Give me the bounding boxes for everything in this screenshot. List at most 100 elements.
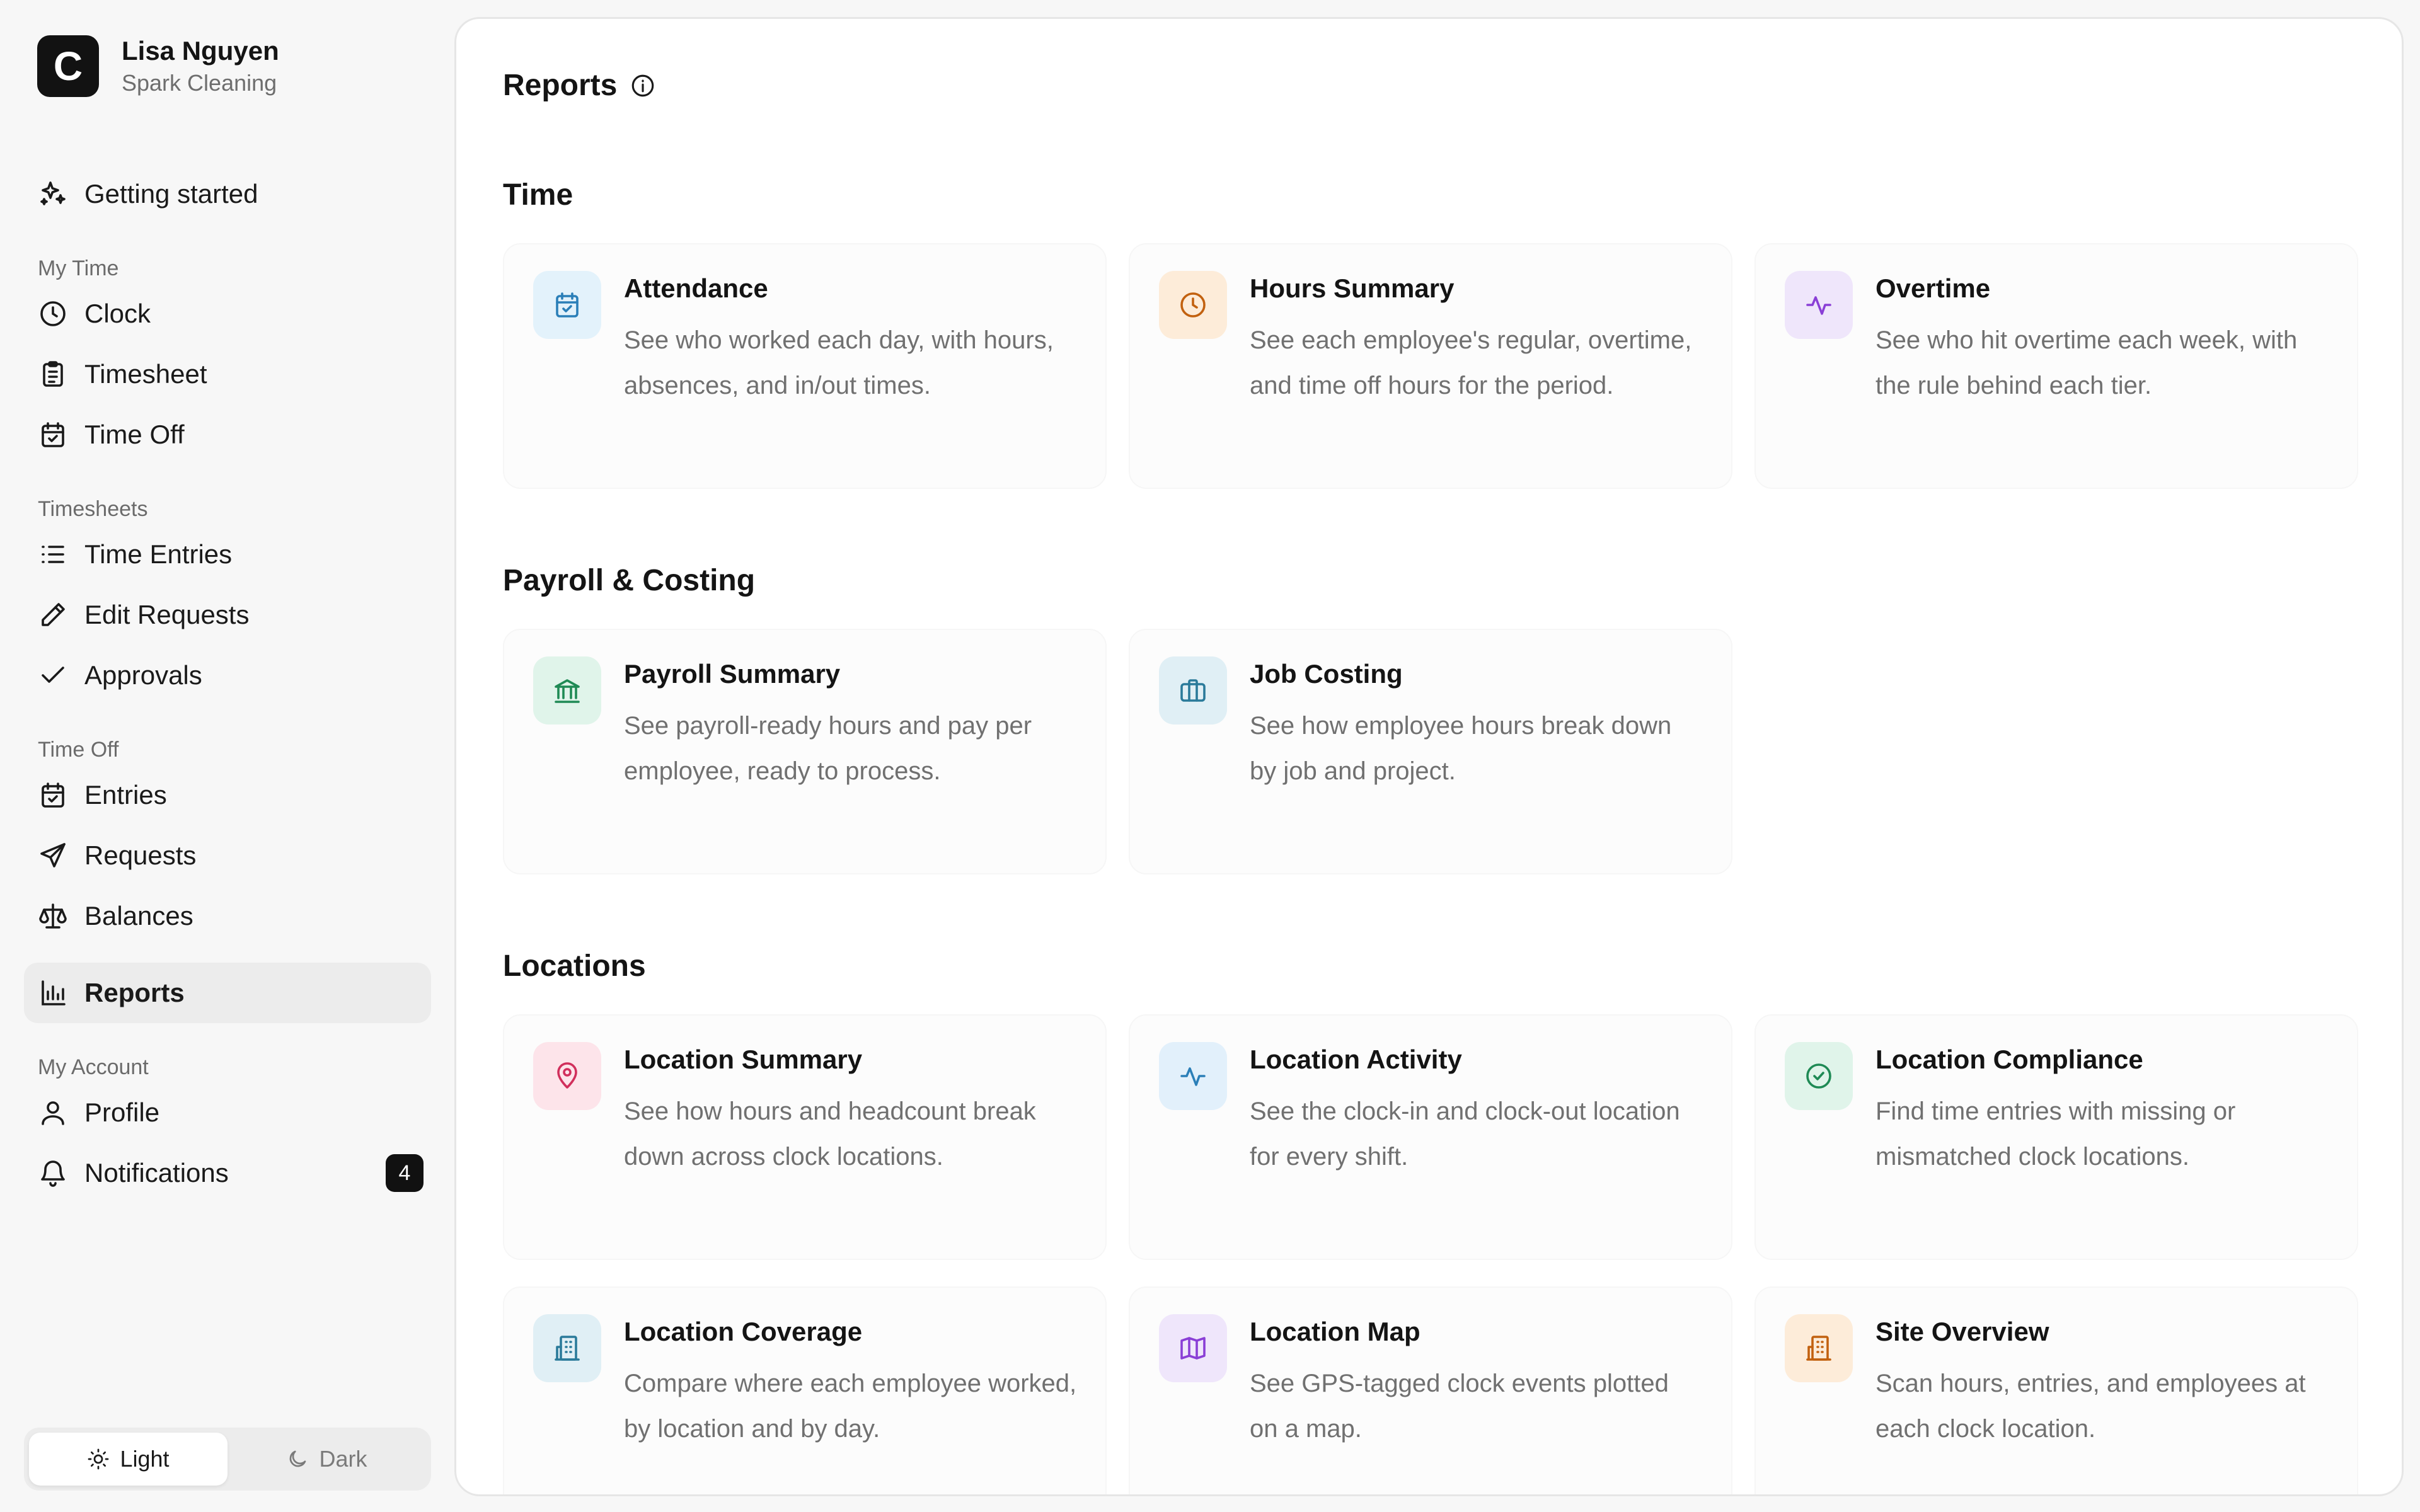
company-logo: C (37, 35, 99, 97)
card-icon-tile (533, 1314, 601, 1382)
calendar-check-icon (42, 782, 64, 808)
card-description: See who hit overtime each week, with the… (1876, 326, 2298, 399)
card-icon-tile (1159, 271, 1227, 339)
card-description: See how employee hours break down by job… (1250, 712, 1672, 785)
sidebar-item-timesheet[interactable]: Timesheet (24, 344, 431, 404)
theme-dark-button[interactable]: Dark (228, 1433, 426, 1486)
sidebar-item-reports[interactable]: Reports (24, 963, 431, 1023)
sidebar-item-label: Reports (84, 978, 185, 1007)
user-name: Lisa Nguyen (122, 36, 279, 66)
report-card-location-activity[interactable]: Location Activity See the clock-in and c… (1129, 1014, 1732, 1260)
card-title: Location Compliance (1876, 1045, 2143, 1074)
activity-icon (1806, 296, 1831, 315)
card-description: Find time entries with missing or mismat… (1876, 1097, 2236, 1171)
sidebar-item-time-off[interactable]: Time Off (24, 404, 431, 465)
scale-icon (39, 903, 67, 929)
card-title: Site Overview (1876, 1317, 2049, 1346)
sidebar-item-label: Requests (84, 840, 197, 870)
bar-chart-icon (42, 980, 66, 1005)
card-icon-tile (1159, 1042, 1227, 1110)
section-title-payroll-costing: Payroll & Costing (503, 564, 756, 597)
sidebar-item-getting-started[interactable]: Getting started (24, 164, 431, 224)
card-description: Compare where each employee worked, by l… (624, 1370, 1077, 1443)
card-description: Scan hours, entries, and employees at ea… (1876, 1370, 2306, 1443)
sidebar-item-entries[interactable]: Entries (24, 765, 431, 825)
sidebar-item-label: Entries (84, 780, 167, 810)
account-switcher[interactable]: C Lisa Nguyen Spark Cleaning (37, 34, 279, 98)
sidebar-item-time-entries[interactable]: Time Entries (24, 524, 431, 585)
card-title: Hours Summary (1250, 273, 1455, 303)
sidebar-item-label: Balances (84, 901, 193, 931)
list-icon (42, 546, 64, 563)
sidebar-item-label: Time Off (84, 420, 185, 449)
report-card-location-coverage[interactable]: Location Coverage Compare where each emp… (503, 1286, 1107, 1494)
report-card-location-summary[interactable]: Location Summary See how hours and headc… (503, 1014, 1107, 1260)
report-card-attendance[interactable]: Attendance See who worked each day, with… (503, 243, 1107, 489)
card-title: Location Coverage (624, 1317, 863, 1346)
card-description: See each employee's regular, overtime, a… (1250, 326, 1692, 399)
send-icon (40, 843, 66, 868)
sidebar-item-label: Edit Requests (84, 600, 250, 629)
info-icon[interactable] (630, 72, 656, 99)
sidebar-item-label: Clock (84, 299, 151, 328)
sun-icon (88, 1448, 109, 1470)
report-card-overtime[interactable]: Overtime See who hit overtime each week,… (1754, 243, 2358, 489)
card-icon-tile (1159, 1314, 1227, 1382)
card-icon-tile (1785, 1042, 1853, 1110)
moon-icon (290, 1450, 306, 1467)
card-description: See the clock-in and clock-out location … (1250, 1097, 1680, 1171)
sidebar-item-requests[interactable]: Requests (24, 825, 431, 886)
sidebar-item-clock[interactable]: Clock (24, 284, 431, 344)
check-circle-icon (1806, 1063, 1831, 1089)
sidebar-item-label: Time Entries (84, 539, 233, 569)
calendar-check-icon (556, 292, 579, 318)
theme-light-button[interactable]: Light (29, 1433, 228, 1486)
user-icon (42, 1101, 64, 1125)
building-icon (555, 1336, 580, 1361)
sidebar-nav: Getting started My Time Clock Timesheet … (24, 164, 431, 1203)
calendar-check-icon (42, 422, 64, 447)
card-description: See payroll-ready hours and pay per empl… (624, 712, 1032, 785)
card-icon-tile (1785, 271, 1853, 339)
check-icon (42, 667, 64, 683)
sidebar: C Lisa Nguyen Spark Cleaning Getting sta… (0, 0, 454, 1512)
section-title-locations: Locations (503, 949, 646, 983)
card-title: Attendance (624, 273, 768, 303)
sidebar-item-approvals[interactable]: Approvals (24, 645, 431, 706)
clock-icon (1180, 292, 1206, 318)
reports-panel: Reports Time Attendance See who worked e… (454, 17, 2404, 1496)
sidebar-item-balances[interactable]: Balances (24, 886, 431, 946)
report-card-site-overview[interactable]: Site Overview Scan hours, entries, and e… (1754, 1286, 2358, 1494)
report-card-hours-summary[interactable]: Hours Summary See each employee's regula… (1129, 243, 1732, 489)
building-icon (1806, 1336, 1831, 1361)
bell-icon (41, 1160, 65, 1187)
report-card-payroll-summary[interactable]: Payroll Summary See payroll-ready hours … (503, 629, 1107, 874)
sidebar-item-label: Getting started (84, 179, 258, 209)
theme-light-label: Light (120, 1446, 170, 1472)
section-label-timesheets: Timesheets (38, 497, 148, 521)
report-card-job-costing[interactable]: Job Costing See how employee hours break… (1129, 629, 1732, 874)
section-label-my-account: My Account (38, 1055, 149, 1079)
section-label-time-off: Time Off (38, 738, 119, 762)
logo-letter: C (53, 43, 83, 89)
sidebar-item-edit-requests[interactable]: Edit Requests (24, 585, 431, 645)
card-title: Location Summary (624, 1045, 863, 1074)
report-card-location-compliance[interactable]: Location Compliance Find time entries wi… (1754, 1014, 2358, 1260)
sidebar-item-profile[interactable]: Profile (24, 1082, 431, 1143)
company-name: Spark Cleaning (122, 70, 277, 96)
notifications-count-badge: 4 (386, 1154, 424, 1192)
card-icon-tile (533, 656, 601, 724)
pencil-icon (42, 603, 65, 626)
clock-icon (40, 301, 66, 326)
card-description: See GPS-tagged clock events plotted on a… (1250, 1370, 1669, 1443)
bank-icon (555, 679, 580, 703)
card-title: Location Activity (1250, 1045, 1462, 1074)
briefcase-icon (1180, 679, 1206, 702)
card-icon-tile (1785, 1314, 1853, 1382)
sparkles-icon (40, 181, 66, 205)
sidebar-item-notifications[interactable]: Notifications 4 (24, 1143, 431, 1203)
page-header: Reports (503, 68, 656, 103)
report-card-location-map[interactable]: Location Map See GPS-tagged clock events… (1129, 1286, 1732, 1494)
sidebar-item-label: Profile (84, 1097, 160, 1127)
sidebar-item-label: Notifications (84, 1158, 229, 1188)
